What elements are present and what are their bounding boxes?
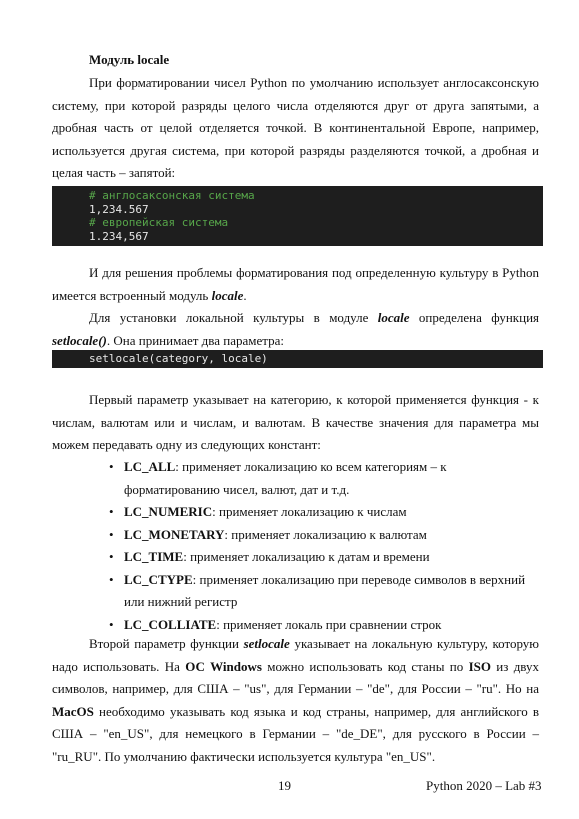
macos-term: MacOS xyxy=(52,703,94,719)
code-comment: # англосаксонская система xyxy=(89,189,255,202)
list-item: • LC_MONETARY: применяет локализацию к ва… xyxy=(109,526,427,542)
iso-term: ISO xyxy=(468,658,491,674)
list-item: • LC_CTYPE: применяет локализацию при пер… xyxy=(109,571,526,610)
code-line: 1.234,567 xyxy=(89,229,149,243)
constants-list: • LC_ALL: применяет локализацию ко всем к… xyxy=(52,456,539,636)
list-item: • LC_TIME: применяет локализацию к датам … xyxy=(109,549,430,564)
paragraph-intro: При форматировании чисел Python по умолч… xyxy=(52,75,539,180)
setlocale-keyword: setlocale xyxy=(243,636,290,651)
constant-name: LC_MONETARY xyxy=(124,526,225,542)
constant-name: LC_ALL xyxy=(124,459,176,474)
paragraph-category: Первый параметр указывает на категорию, … xyxy=(52,392,539,452)
text-span: Для установки локальной культуры в модул… xyxy=(89,310,378,325)
locale-keyword: locale xyxy=(377,310,410,325)
text-span: Второй параметр функции xyxy=(89,636,244,651)
footer-lab-label: Python 2020 – Lab #3 xyxy=(426,778,542,793)
os-windows: ОС Windows xyxy=(185,658,262,674)
constant-desc: : применяет локализацию к числам xyxy=(212,504,407,519)
constant-desc: : применяет локализацию к датам и времен… xyxy=(183,549,430,564)
text-span: . xyxy=(243,287,247,303)
page-number: 19 xyxy=(278,778,291,793)
paragraph-locale-codes: Второй параметр функции setlocale указыв… xyxy=(52,633,539,768)
section-heading: Модуль locale xyxy=(89,52,170,67)
code-line: setlocale(category, locale) xyxy=(89,352,268,365)
text-span: И для решения проблемы форматирования по… xyxy=(52,265,539,303)
code-block-number-formats: # англосаксонская система 1,234.567 # ев… xyxy=(52,186,543,246)
constant-name: LC_NUMERIC xyxy=(124,504,213,519)
list-item: • LC_ALL: применяет локализацию ко всем к… xyxy=(109,459,447,497)
code-block-setlocale: setlocale(category, locale) xyxy=(52,350,543,368)
constant-desc: : применяет локаль при сравнении строк xyxy=(216,616,442,632)
constant-name: LC_CTYPE xyxy=(124,571,193,587)
text-span: . Она принимает два параметра: xyxy=(106,332,284,348)
text-span: необходимо указывать код языка и код стр… xyxy=(52,703,539,764)
constant-desc: : применяет локализацию к валютам xyxy=(224,526,427,542)
setlocale-keyword: setlocale() xyxy=(52,332,107,348)
paragraph-locale-module: И для решения проблемы форматирования по… xyxy=(52,262,539,307)
locale-keyword: locale xyxy=(211,287,244,303)
constant-name: LC_COLLIATE xyxy=(124,616,217,632)
text-span: определена функция xyxy=(409,310,539,325)
document-page: Модуль locale При форматировании чисел P… xyxy=(0,0,579,819)
constant-name: LC_TIME xyxy=(124,549,184,564)
paragraph-setlocale: Для установки локальной культуры в модул… xyxy=(52,307,539,352)
text-span: можно использовать код станы по xyxy=(261,658,469,674)
code-line: 1,234.567 xyxy=(89,202,149,216)
code-comment: # европейская система xyxy=(89,216,229,229)
list-item: • LC_NUMERIC: применяет локализацию к чис… xyxy=(109,504,407,519)
